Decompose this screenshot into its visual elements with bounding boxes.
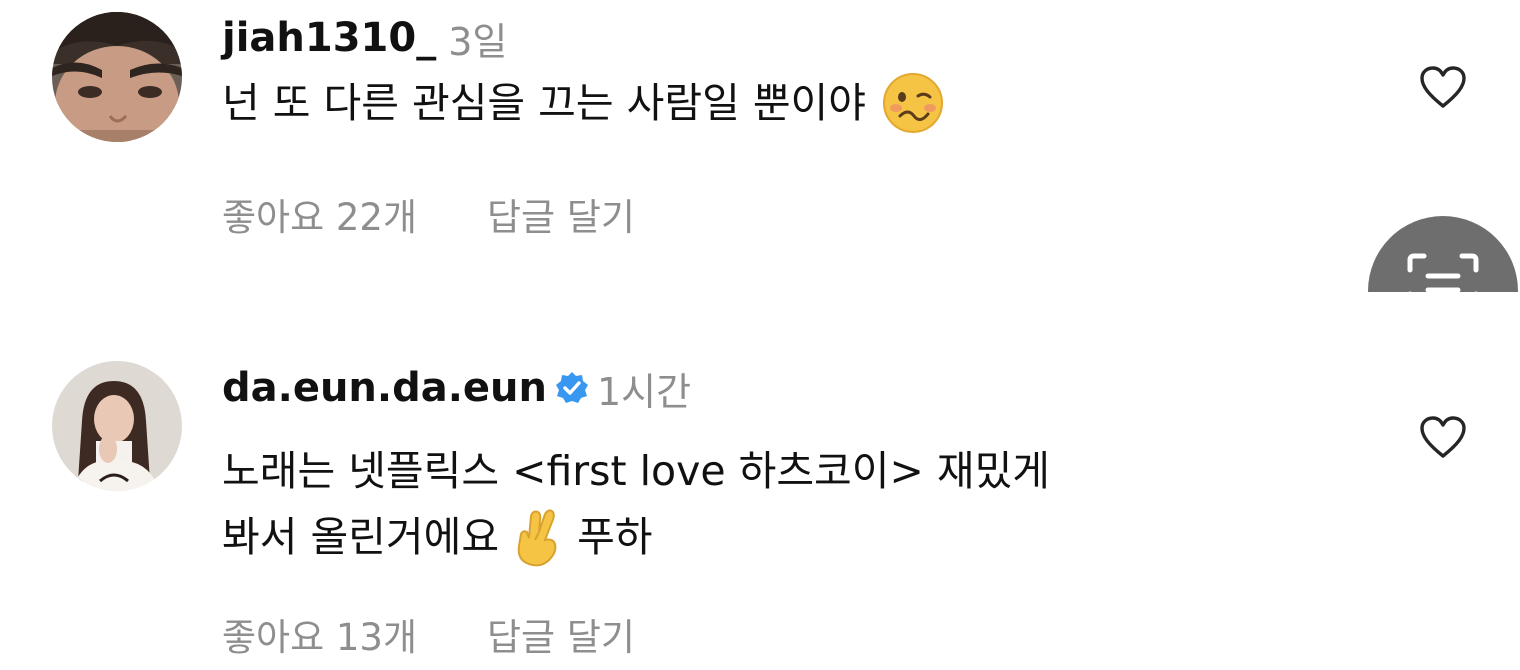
comment-time[interactable]: 3일	[448, 11, 507, 66]
comment-header: da.eun.da.eun 1시간	[222, 358, 691, 418]
avatar-image	[52, 361, 182, 491]
comment-time[interactable]: 1시간	[597, 361, 691, 416]
avatar[interactable]	[52, 361, 182, 491]
comment-item: jiah1310_ 3일 넌 또 다른 관심을 끄는 사람일 뿐이야 좋아요 2…	[0, 0, 1520, 292]
comment-text-line: 노래는 넷플릭스 <first love 하츠코이> 재밌게	[222, 447, 1051, 495]
reply-button[interactable]: 답글 달기	[487, 607, 635, 661]
scan-text-button[interactable]	[1368, 216, 1518, 292]
scan-text-icon	[1407, 253, 1479, 292]
comment-header: jiah1310_ 3일	[222, 8, 507, 68]
verified-badge-icon	[555, 371, 589, 405]
comment-text-line: 넌 또 다른 관심을 끄는 사람일 뿐이야	[222, 79, 866, 127]
avatar[interactable]	[52, 12, 182, 142]
like-count[interactable]: 좋아요 22개	[222, 187, 417, 241]
comment-actions: 좋아요 13개 답글 달기	[222, 604, 635, 664]
divider	[0, 292, 1520, 306]
heart-outline-icon[interactable]	[1418, 64, 1468, 110]
woozy-face-emoji	[880, 70, 946, 136]
like-count[interactable]: 좋아요 13개	[222, 607, 417, 661]
comment-text: 노래는 넷플릭스 <first love 하츠코이> 재밌게 봐서 올린거에요 …	[222, 438, 1342, 570]
username-link[interactable]: da.eun.da.eun	[222, 365, 547, 411]
comment-item: da.eun.da.eun 1시간 노래는 넷플릭스 <first love 하…	[0, 306, 1520, 670]
heart-outline-icon[interactable]	[1418, 414, 1468, 460]
avatar-image	[52, 12, 182, 142]
comment-text-tail: 푸하	[577, 513, 653, 561]
username-link[interactable]: jiah1310_	[222, 15, 436, 61]
comment-text-line: 봐서 올린거에요	[222, 513, 500, 561]
reply-button[interactable]: 답글 달기	[487, 187, 635, 241]
comment-actions: 좋아요 22개 답글 달기	[222, 184, 635, 244]
crossed-fingers-emoji	[509, 504, 567, 570]
comment-text: 넌 또 다른 관심을 끄는 사람일 뿐이야	[222, 70, 1342, 136]
